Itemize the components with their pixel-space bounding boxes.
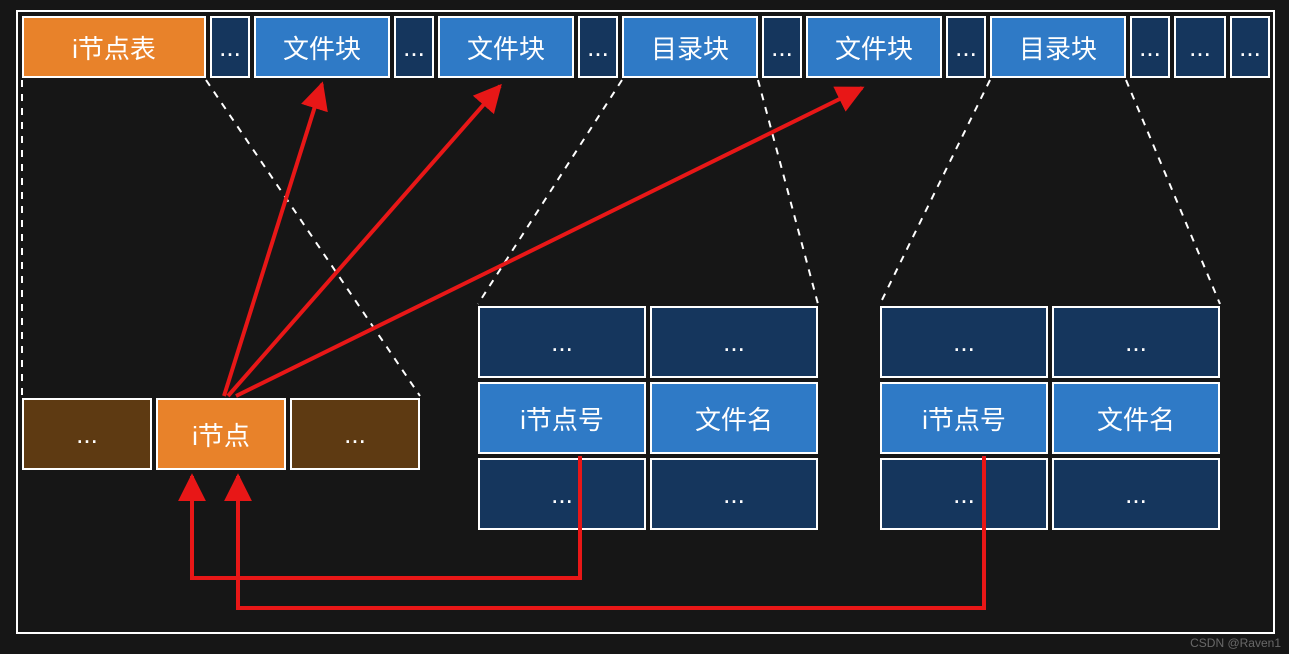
dir1-r3c2: ... bbox=[650, 458, 818, 530]
dir2-file-name: 文件名 bbox=[1052, 382, 1220, 454]
dir1-r3c1: ... bbox=[478, 458, 646, 530]
top-file-block-2: 文件块 bbox=[438, 16, 574, 78]
dir2-r3c1: ... bbox=[880, 458, 1048, 530]
top-ellipsis-3: ... bbox=[578, 16, 618, 78]
top-ellipsis-1: ... bbox=[210, 16, 250, 78]
top-file-block-1: 文件块 bbox=[254, 16, 390, 78]
dir1-r1c1: ... bbox=[478, 306, 646, 378]
dir2-r1c1: ... bbox=[880, 306, 1048, 378]
inode-cell: i节点 bbox=[156, 398, 286, 470]
inode-row-ellipsis-right: ... bbox=[290, 398, 420, 470]
top-ellipsis-2: ... bbox=[394, 16, 434, 78]
dir2-inode-num: i节点号 bbox=[880, 382, 1048, 454]
dir2-r1c2: ... bbox=[1052, 306, 1220, 378]
dir1-inode-num: i节点号 bbox=[478, 382, 646, 454]
top-file-block-3: 文件块 bbox=[806, 16, 942, 78]
credit-text: CSDN @Raven1 bbox=[1190, 636, 1281, 650]
dir1-file-name: 文件名 bbox=[650, 382, 818, 454]
top-dir-block-2: 目录块 bbox=[990, 16, 1126, 78]
top-ellipsis-8: ... bbox=[1230, 16, 1270, 78]
dir2-r3c2: ... bbox=[1052, 458, 1220, 530]
top-ellipsis-5: ... bbox=[946, 16, 986, 78]
top-ellipsis-6: ... bbox=[1130, 16, 1170, 78]
top-dir-block-1: 目录块 bbox=[622, 16, 758, 78]
inode-row-ellipsis-left: ... bbox=[22, 398, 152, 470]
top-inode-table: i节点表 bbox=[22, 16, 206, 78]
top-ellipsis-7: ... bbox=[1174, 16, 1226, 78]
top-ellipsis-4: ... bbox=[762, 16, 802, 78]
dir1-r1c2: ... bbox=[650, 306, 818, 378]
